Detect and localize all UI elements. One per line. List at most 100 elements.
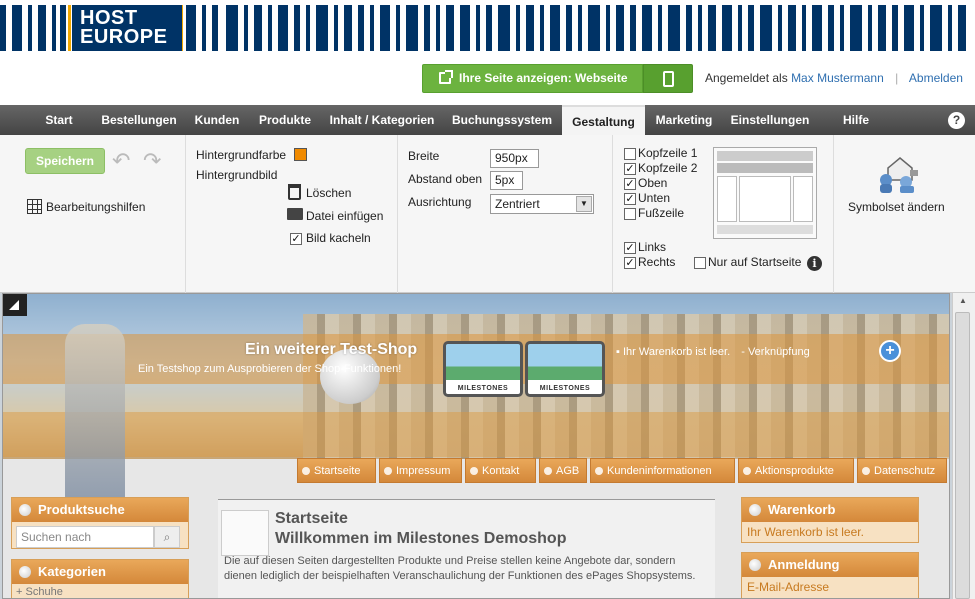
nav-kunden[interactable]: Kunden	[188, 105, 246, 135]
menu-aktionsprodukte[interactable]: Aktionsprodukte	[738, 458, 854, 483]
symbolset-label[interactable]: Symbolset ändern	[848, 200, 945, 214]
background-color-label: Hintergrundfarbe	[196, 148, 287, 162]
milestones-logo[interactable]: MILESTONES	[525, 341, 605, 397]
layout-header1	[717, 151, 813, 161]
header1-checkbox[interactable]	[624, 148, 636, 160]
logged-in-label: Angemeldet als	[705, 71, 788, 85]
nav-buchungssystem[interactable]: Buchungssystem	[446, 105, 558, 135]
menu-kontakt[interactable]: Kontakt	[465, 458, 536, 483]
menu-agb[interactable]: AGB	[539, 458, 587, 483]
separator: |	[895, 71, 899, 85]
cart-icon: ▪	[616, 346, 623, 358]
symbolset-icon[interactable]	[876, 154, 920, 194]
nav-bestellungen[interactable]: Bestellungen	[94, 105, 184, 135]
toolbar-divider	[185, 135, 186, 293]
nav-produkte[interactable]: Produkte	[252, 105, 318, 135]
insert-file-link[interactable]: Datei einfügen	[306, 209, 383, 223]
mobile-phone-icon	[663, 71, 674, 87]
collapse-corner-icon[interactable]	[3, 294, 27, 316]
folder-icon[interactable]	[287, 208, 303, 220]
layout-center	[739, 176, 791, 222]
nav-hilfe[interactable]: Hilfe	[836, 105, 876, 135]
header2-label: Kopfzeile 2	[638, 161, 698, 175]
header2-checkbox[interactable]: ✓	[624, 163, 636, 175]
mobile-preview-button[interactable]	[643, 64, 693, 93]
bottom-checkbox[interactable]: ✓	[624, 193, 636, 205]
top-label: Oben	[638, 176, 668, 190]
links-label[interactable]: - Verknüpfung	[741, 346, 810, 358]
save-button[interactable]: Speichern	[25, 148, 105, 174]
editing-aids-label[interactable]: Bearbeitungshilfen	[46, 200, 145, 214]
width-input[interactable]: 950px	[490, 149, 539, 168]
nav-einstellungen[interactable]: Einstellungen	[726, 105, 814, 135]
milestones-logo[interactable]: MILESTONES	[443, 341, 523, 397]
category-label: Schuhe	[25, 586, 63, 598]
view-site-button[interactable]: Ihre Seite anzeigen: Webseite	[422, 64, 643, 93]
menu-impressum[interactable]: Impressum	[379, 458, 462, 483]
bottom-label: Unten	[638, 191, 671, 205]
redo-icon[interactable]: ↷	[143, 150, 169, 172]
menu-datenschutz[interactable]: Datenschutz	[857, 458, 947, 483]
toolbar-divider	[612, 135, 613, 293]
top-checkbox[interactable]: ✓	[624, 178, 636, 190]
login-status: Angemeldet als Max Mustermann | Abmelden	[705, 71, 963, 85]
shop-title: Ein weiterer Test-Shop	[245, 341, 418, 358]
tile-image-checkbox[interactable]: ✓	[290, 233, 302, 245]
layout-header2	[717, 163, 813, 173]
cart-box: Warenkorb Ihr Warenkorb ist leer.	[741, 497, 919, 543]
host-europe-logo[interactable]: HOST EUROPE	[72, 5, 182, 51]
alignment-value: Zentriert	[495, 197, 540, 211]
preview-frame: Ein weiterer Test-Shop Ein Testshop zum …	[2, 293, 950, 599]
left-label: Links	[638, 240, 667, 254]
scroll-thumb[interactable]	[955, 312, 970, 599]
toolbar-divider	[833, 135, 834, 293]
search-input[interactable]: Suchen nach	[16, 526, 154, 548]
logo-text: MILESTONES	[457, 385, 509, 392]
grid-icon[interactable]	[27, 199, 42, 214]
scroll-up-icon[interactable]: ▲	[955, 296, 971, 310]
nav-gestaltung[interactable]: Gestaltung	[562, 105, 645, 135]
trash-icon[interactable]	[288, 184, 301, 200]
info-icon[interactable]: i	[807, 256, 822, 271]
cart-box-text: Ihr Warenkorb ist leer.	[747, 525, 864, 539]
delete-image-link[interactable]: Löschen	[306, 186, 351, 200]
menu-startseite[interactable]: Startseite	[297, 458, 376, 483]
toolbar-divider	[397, 135, 398, 293]
category-item[interactable]: + Schuhe	[12, 584, 188, 598]
width-label: Breite	[408, 149, 440, 163]
logo-line-2: EUROPE	[80, 26, 168, 48]
background-color-swatch[interactable]	[294, 148, 307, 161]
header-band-lower	[3, 412, 949, 457]
email-label: E-Mail-Adresse	[747, 580, 830, 594]
product-search-box: Produktsuche Suchen nach ⌕	[11, 497, 189, 549]
menu-kundeninformationen[interactable]: Kundeninformationen	[590, 458, 735, 483]
help-icon[interactable]: ?	[948, 112, 965, 129]
nav-inhalt-kategorien[interactable]: Inhalt / Kategorien	[324, 105, 440, 135]
footer-checkbox[interactable]	[624, 208, 636, 220]
top-margin-input[interactable]: 5px	[490, 171, 523, 190]
nav-marketing[interactable]: Marketing	[648, 105, 720, 135]
welcome-text: Die auf diesen Seiten dargestellten Prod…	[224, 555, 696, 582]
cart-status[interactable]: Ihr Warenkorb ist leer.	[623, 346, 730, 358]
start-only-checkbox[interactable]	[694, 257, 706, 269]
left-checkbox[interactable]: ✓	[624, 242, 636, 254]
alignment-select[interactable]: Zentriert ▼	[490, 194, 594, 214]
logo-text: MILESTONES	[539, 385, 591, 392]
undo-icon[interactable]: ↶	[112, 150, 138, 172]
start-only-label: Nur auf Startseite	[708, 255, 802, 269]
layout-left	[717, 176, 737, 222]
categories-heading: Kategorien	[12, 560, 188, 584]
user-name-link[interactable]: Max Mustermann	[791, 71, 884, 85]
add-element-icon[interactable]: +	[879, 340, 901, 362]
shop-preview: Ein weiterer Test-Shop Ein Testshop zum …	[0, 293, 975, 599]
logout-link[interactable]: Abmelden	[909, 71, 963, 85]
layout-preview[interactable]	[713, 147, 817, 239]
layout-right	[793, 176, 813, 222]
search-icon[interactable]: ⌕	[154, 526, 180, 548]
nav-start[interactable]: Start	[33, 105, 85, 135]
cart-header: ▪ Ihr Warenkorb ist leer. - Verknüpfung	[616, 346, 810, 358]
categories-box: Kategorien + Schuhe	[11, 559, 189, 598]
external-link-icon	[439, 70, 453, 84]
right-checkbox[interactable]: ✓	[624, 257, 636, 269]
expand-icon[interactable]: +	[16, 586, 22, 598]
